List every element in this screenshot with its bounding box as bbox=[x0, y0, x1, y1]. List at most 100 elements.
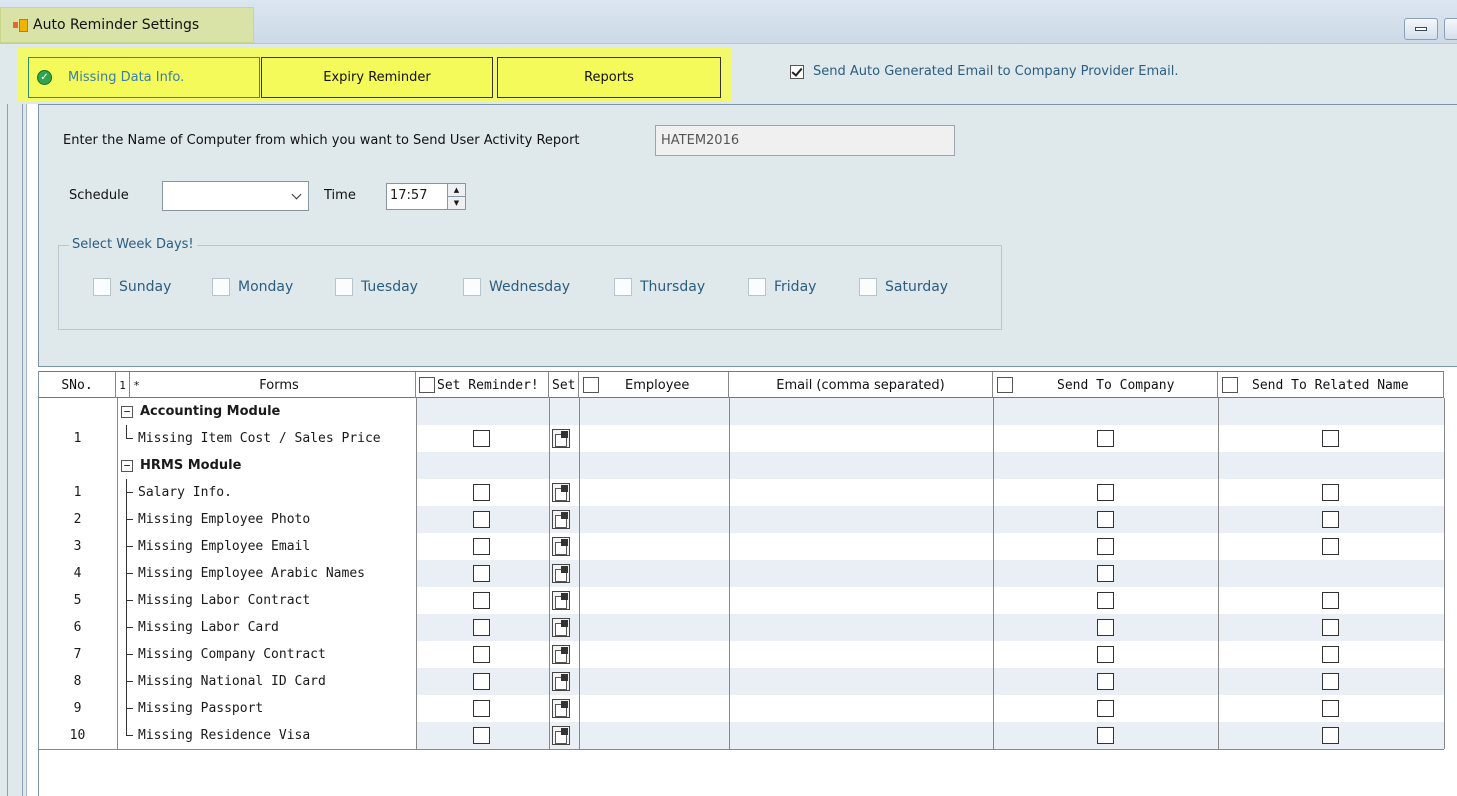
send-related-checkbox-cell[interactable] bbox=[1322, 673, 1339, 690]
send-related-checkbox[interactable] bbox=[1322, 511, 1339, 528]
weekday-monday[interactable]: Monday bbox=[212, 278, 293, 296]
weekday-checkbox[interactable] bbox=[212, 278, 230, 296]
send-company-checkbox[interactable] bbox=[1097, 727, 1114, 744]
send-related-checkbox-cell[interactable] bbox=[1322, 592, 1339, 609]
send-company-checkbox-cell[interactable] bbox=[1097, 727, 1114, 744]
table-row[interactable]: 1 Missing Item Cost / Sales Price bbox=[39, 425, 1444, 452]
settings-icon[interactable] bbox=[552, 672, 570, 691]
send-company-checkbox-cell[interactable] bbox=[1097, 430, 1114, 447]
table-row[interactable]: 10 Missing Residence Visa bbox=[39, 722, 1444, 749]
send-company-checkbox-cell[interactable] bbox=[1097, 484, 1114, 501]
set-reminder-checkbox-cell[interactable] bbox=[473, 700, 490, 717]
send-related-checkbox-cell[interactable] bbox=[1322, 430, 1339, 447]
collapse-icon[interactable]: − bbox=[121, 405, 133, 418]
send-related-checkbox-cell[interactable] bbox=[1322, 511, 1339, 528]
set-reminder-checkbox[interactable] bbox=[473, 592, 490, 609]
spin-up-icon[interactable]: ▲ bbox=[448, 184, 465, 196]
table-row[interactable]: 4 Missing Employee Arabic Names bbox=[39, 560, 1444, 587]
send-company-checkbox-cell[interactable] bbox=[1097, 673, 1114, 690]
send-related-checkbox-cell[interactable] bbox=[1322, 484, 1339, 501]
send-company-checkbox[interactable] bbox=[1097, 565, 1114, 582]
send-company-checkbox-cell[interactable] bbox=[1097, 700, 1114, 717]
weekday-friday[interactable]: Friday bbox=[748, 278, 816, 296]
table-row[interactable]: 7 Missing Company Contract bbox=[39, 641, 1444, 668]
set-reminder-checkbox-cell[interactable] bbox=[473, 484, 490, 501]
tab-missing-data-info[interactable]: ✓ Missing Data Info. bbox=[28, 57, 260, 98]
set-reminder-checkbox-cell[interactable] bbox=[473, 619, 490, 636]
send-company-checkbox-cell[interactable] bbox=[1097, 592, 1114, 609]
tab-expiry-reminder[interactable]: Expiry Reminder bbox=[261, 57, 493, 98]
send-related-checkbox-cell[interactable] bbox=[1322, 646, 1339, 663]
send-company-checkbox[interactable] bbox=[1097, 619, 1114, 636]
send-company-checkbox[interactable] bbox=[1097, 673, 1114, 690]
send-related-checkbox-cell[interactable] bbox=[1322, 727, 1339, 744]
set-reminder-checkbox-cell[interactable] bbox=[473, 646, 490, 663]
send-related-checkbox-cell[interactable] bbox=[1322, 538, 1339, 555]
set-reminder-checkbox[interactable] bbox=[473, 727, 490, 744]
set-reminder-checkbox[interactable] bbox=[473, 565, 490, 582]
table-row[interactable]: 6 Missing Labor Card bbox=[39, 614, 1444, 641]
collapse-icon[interactable]: − bbox=[121, 459, 133, 472]
weekday-checkbox[interactable] bbox=[335, 278, 353, 296]
weekday-saturday[interactable]: Saturday bbox=[859, 278, 948, 296]
header-set[interactable]: Set bbox=[549, 372, 579, 398]
send-related-all-checkbox[interactable] bbox=[1222, 377, 1238, 393]
set-reminder-checkbox-cell[interactable] bbox=[473, 538, 490, 555]
set-reminder-checkbox-cell[interactable] bbox=[473, 511, 490, 528]
weekday-sunday[interactable]: Sunday bbox=[93, 278, 171, 296]
set-reminder-checkbox-cell[interactable] bbox=[473, 430, 490, 447]
table-row[interactable]: 2 Missing Employee Photo bbox=[39, 506, 1444, 533]
schedule-dropdown[interactable] bbox=[162, 181, 309, 211]
send-related-checkbox[interactable] bbox=[1322, 646, 1339, 663]
header-employee[interactable]: Employee bbox=[579, 372, 729, 398]
send-related-checkbox[interactable] bbox=[1322, 727, 1339, 744]
employee-all-checkbox[interactable] bbox=[583, 377, 599, 393]
weekday-checkbox[interactable] bbox=[614, 278, 632, 296]
set-reminder-checkbox-cell[interactable] bbox=[473, 565, 490, 582]
table-row[interactable]: 1 Salary Info. bbox=[39, 479, 1444, 506]
send-related-checkbox[interactable] bbox=[1322, 484, 1339, 501]
header-level[interactable]: 1 bbox=[116, 372, 130, 398]
table-row[interactable]: 9 Missing Passport bbox=[39, 695, 1444, 722]
set-reminder-checkbox-cell[interactable] bbox=[473, 592, 490, 609]
table-row[interactable]: 3 Missing Employee Email bbox=[39, 533, 1444, 560]
set-reminder-checkbox-cell[interactable] bbox=[473, 673, 490, 690]
header-send-company[interactable]: Send To Company bbox=[993, 372, 1218, 398]
settings-icon[interactable] bbox=[552, 510, 570, 529]
weekday-checkbox[interactable] bbox=[93, 278, 111, 296]
set-reminder-checkbox[interactable] bbox=[473, 619, 490, 636]
send-related-checkbox[interactable] bbox=[1322, 430, 1339, 447]
weekday-wednesday[interactable]: Wednesday bbox=[463, 278, 570, 296]
header-star[interactable]: * bbox=[130, 372, 143, 398]
header-forms[interactable]: Forms bbox=[143, 372, 416, 398]
weekday-tuesday[interactable]: Tuesday bbox=[335, 278, 418, 296]
table-row[interactable]: 5 Missing Labor Contract bbox=[39, 587, 1444, 614]
set-reminder-checkbox[interactable] bbox=[473, 430, 490, 447]
send-related-checkbox[interactable] bbox=[1322, 673, 1339, 690]
weekday-checkbox[interactable] bbox=[748, 278, 766, 296]
settings-icon[interactable] bbox=[552, 591, 570, 610]
send-related-checkbox-cell[interactable] bbox=[1322, 700, 1339, 717]
send-related-checkbox[interactable] bbox=[1322, 619, 1339, 636]
settings-icon[interactable] bbox=[552, 618, 570, 637]
weekday-thursday[interactable]: Thursday bbox=[614, 278, 705, 296]
header-send-related[interactable]: Send To Related Name bbox=[1218, 372, 1444, 398]
send-company-checkbox[interactable] bbox=[1097, 484, 1114, 501]
send-company-checkbox[interactable] bbox=[1097, 430, 1114, 447]
send-company-checkbox[interactable] bbox=[1097, 511, 1114, 528]
set-reminder-checkbox[interactable] bbox=[473, 538, 490, 555]
time-value[interactable]: 17:57 bbox=[387, 184, 447, 209]
send-company-checkbox-cell[interactable] bbox=[1097, 646, 1114, 663]
send-related-checkbox[interactable] bbox=[1322, 700, 1339, 717]
spin-down-icon[interactable]: ▼ bbox=[448, 196, 465, 209]
set-reminder-all-checkbox[interactable] bbox=[419, 377, 435, 393]
set-reminder-checkbox[interactable] bbox=[473, 646, 490, 663]
group-row[interactable]: − Accounting Module bbox=[39, 398, 1444, 425]
settings-icon[interactable] bbox=[552, 483, 570, 502]
settings-icon[interactable] bbox=[552, 429, 570, 448]
minimize-button[interactable] bbox=[1404, 18, 1438, 40]
set-reminder-checkbox[interactable] bbox=[473, 484, 490, 501]
time-spinner[interactable]: ▲ ▼ bbox=[447, 184, 465, 209]
tab-reports[interactable]: Reports bbox=[497, 57, 721, 98]
settings-icon[interactable] bbox=[552, 564, 570, 583]
